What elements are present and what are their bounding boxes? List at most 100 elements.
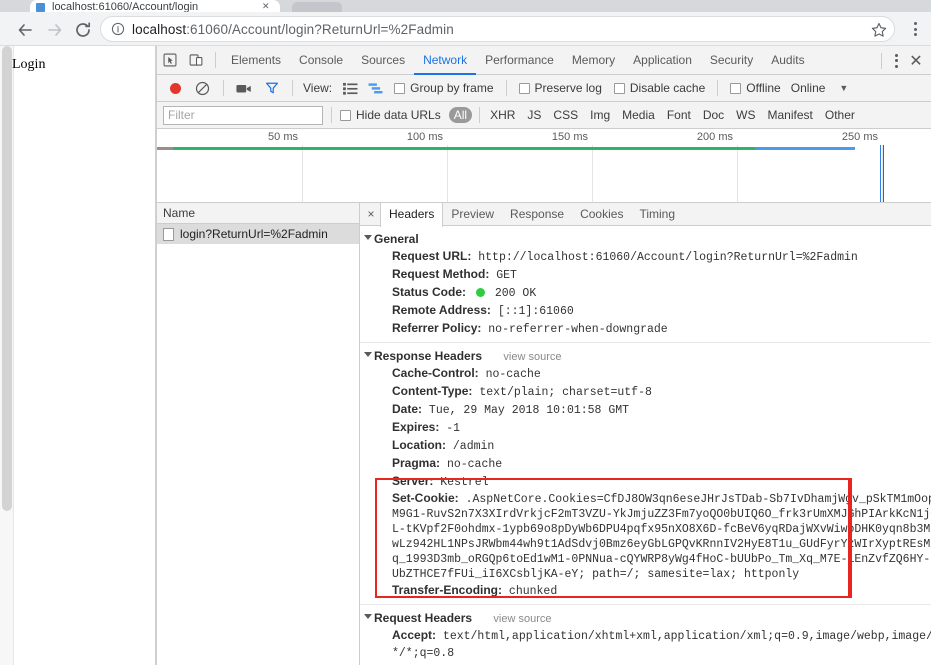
inspect-element-icon[interactable] bbox=[157, 47, 183, 73]
header-row-pragma: Pragma: no-cache bbox=[360, 455, 931, 473]
filter-type-media[interactable]: Media bbox=[617, 107, 660, 123]
filter-type-doc[interactable]: Doc bbox=[698, 107, 729, 123]
tab-network[interactable]: Network bbox=[414, 46, 476, 75]
divider bbox=[292, 80, 293, 96]
header-row-request-method: Request Method: GET bbox=[360, 266, 931, 284]
request-row[interactable]: login?ReturnUrl=%2Fadmin bbox=[157, 224, 359, 244]
record-button-icon[interactable] bbox=[170, 82, 181, 94]
header-key: Date: bbox=[392, 402, 423, 416]
devtools-tabbar-right: ✕ bbox=[875, 46, 928, 75]
filter-type-ws[interactable]: WS bbox=[731, 107, 760, 123]
view-source-link-request[interactable]: view source bbox=[493, 613, 551, 625]
throttling-value[interactable]: Online bbox=[791, 81, 826, 95]
load-event-marker bbox=[883, 145, 884, 202]
tab-strip: localhost:61060/Account/login ✕ bbox=[0, 0, 931, 12]
divider bbox=[881, 52, 882, 69]
request-list-column-name[interactable]: Name bbox=[157, 203, 359, 224]
checkbox-box[interactable] bbox=[394, 82, 406, 94]
preserve-log-checkbox[interactable]: Preserve log bbox=[518, 81, 602, 95]
browser-tab[interactable]: localhost:61060/Account/login bbox=[30, 0, 280, 12]
dom-content-loaded-marker bbox=[880, 145, 881, 202]
filter-funnel-icon[interactable] bbox=[265, 81, 279, 95]
header-value: Kestrel bbox=[440, 476, 489, 489]
devtools-more-icon[interactable] bbox=[888, 52, 904, 70]
detail-tab-cookies[interactable]: Cookies bbox=[572, 203, 631, 226]
overview-bar-download bbox=[755, 147, 855, 150]
checkbox-box[interactable] bbox=[613, 82, 625, 94]
chrome-menu-icon[interactable] bbox=[908, 20, 922, 38]
filter-type-font[interactable]: Font bbox=[662, 107, 696, 123]
header-key: Content-Type: bbox=[392, 384, 473, 398]
filter-input[interactable] bbox=[163, 105, 323, 125]
filter-type-js[interactable]: JS bbox=[522, 107, 546, 123]
detail-tab-headers[interactable]: Headers bbox=[380, 203, 444, 227]
document-icon bbox=[163, 227, 174, 241]
filter-type-xhr[interactable]: XHR bbox=[485, 107, 520, 123]
tab-console[interactable]: Console bbox=[290, 46, 352, 75]
tab-memory[interactable]: Memory bbox=[563, 46, 624, 75]
section-general[interactable]: General bbox=[360, 230, 931, 248]
header-row-status-code: Status Code: 200 OK bbox=[360, 284, 931, 302]
filter-type-all[interactable]: All bbox=[448, 107, 473, 123]
offline-checkbox[interactable]: Offline bbox=[730, 81, 781, 95]
detail-close-icon[interactable]: × bbox=[362, 203, 380, 226]
overview-tick-100ms: 100 ms bbox=[406, 131, 443, 143]
camera-icon[interactable] bbox=[236, 82, 252, 95]
section-request-headers[interactable]: Request Headers view source bbox=[360, 609, 931, 627]
filter-type-img[interactable]: Img bbox=[585, 107, 615, 123]
divider bbox=[505, 80, 507, 96]
checkbox-box[interactable] bbox=[730, 82, 742, 94]
header-row-cache-control: Cache-Control: no-cache bbox=[360, 365, 931, 383]
page-info-icon[interactable] bbox=[111, 22, 125, 36]
chevron-down-icon bbox=[364, 614, 372, 619]
detail-tab-response[interactable]: Response bbox=[502, 203, 572, 226]
status-ok-icon bbox=[475, 288, 485, 297]
filter-type-css[interactable]: CSS bbox=[548, 107, 583, 123]
annotation-highlight-edge bbox=[849, 478, 852, 598]
devtools-tabbar: Elements Console Sources Network Perform… bbox=[157, 46, 931, 75]
reload-icon[interactable] bbox=[72, 19, 94, 41]
tab-audits[interactable]: Audits bbox=[762, 46, 813, 75]
bookmark-star-icon[interactable] bbox=[870, 21, 888, 39]
header-value: */*;q=0.8 bbox=[392, 647, 455, 660]
header-value: [::1]:61060 bbox=[497, 305, 574, 318]
filter-type-other[interactable]: Other bbox=[820, 107, 860, 123]
back-icon[interactable] bbox=[14, 19, 36, 41]
view-source-link-response[interactable]: view source bbox=[503, 351, 561, 363]
tab-elements[interactable]: Elements bbox=[222, 46, 290, 75]
checkbox-box[interactable] bbox=[518, 82, 530, 94]
section-response-headers[interactable]: Response Headers view source bbox=[360, 347, 931, 365]
chevron-down-icon bbox=[364, 235, 372, 240]
checkbox-box[interactable] bbox=[340, 109, 351, 121]
chevron-down-icon[interactable]: ▼ bbox=[839, 83, 848, 93]
disable-cache-checkbox[interactable]: Disable cache bbox=[613, 81, 705, 95]
detail-tab-timing[interactable]: Timing bbox=[631, 203, 683, 226]
detail-tab-preview[interactable]: Preview bbox=[443, 203, 502, 226]
view-label: View: bbox=[303, 81, 333, 95]
filter-type-manifest[interactable]: Manifest bbox=[763, 107, 818, 123]
tab-performance[interactable]: Performance bbox=[476, 46, 563, 75]
devtools-close-icon[interactable]: ✕ bbox=[904, 49, 928, 73]
page-scrollbar-thumb[interactable] bbox=[2, 46, 12, 511]
forward-icon[interactable] bbox=[44, 19, 66, 41]
clear-icon[interactable] bbox=[195, 81, 210, 96]
tab-sources[interactable]: Sources bbox=[352, 46, 414, 75]
waterfall-view-icon[interactable] bbox=[368, 82, 383, 95]
tab-application[interactable]: Application bbox=[624, 46, 701, 75]
header-key: Remote Address: bbox=[392, 303, 491, 317]
tab-security[interactable]: Security bbox=[701, 46, 762, 75]
tab-close-icon[interactable]: ✕ bbox=[262, 1, 270, 12]
address-bar[interactable]: localhost:61060/Account/login?ReturnUrl=… bbox=[100, 16, 895, 42]
page-scrollbar[interactable] bbox=[0, 46, 14, 665]
network-overview[interactable]: 50 ms 100 ms 150 ms 200 ms 250 ms bbox=[157, 129, 931, 203]
new-tab-button[interactable] bbox=[292, 2, 342, 12]
headers-content: General Request URL: http://localhost:61… bbox=[360, 226, 931, 665]
list-view-icon[interactable] bbox=[343, 82, 358, 95]
group-by-frame-checkbox[interactable]: Group by frame bbox=[394, 81, 494, 95]
hide-data-urls-checkbox[interactable]: Hide data URLs bbox=[340, 108, 441, 122]
page-title: Login bbox=[12, 57, 46, 72]
header-row-server: Server: Kestrel bbox=[360, 473, 931, 491]
header-row-set-cookie: Set-Cookie: .AspNetCore.Cookies=CfDJ8OW3… bbox=[360, 491, 931, 582]
header-value: 200 OK bbox=[494, 287, 537, 300]
device-toolbar-icon[interactable] bbox=[183, 47, 209, 73]
